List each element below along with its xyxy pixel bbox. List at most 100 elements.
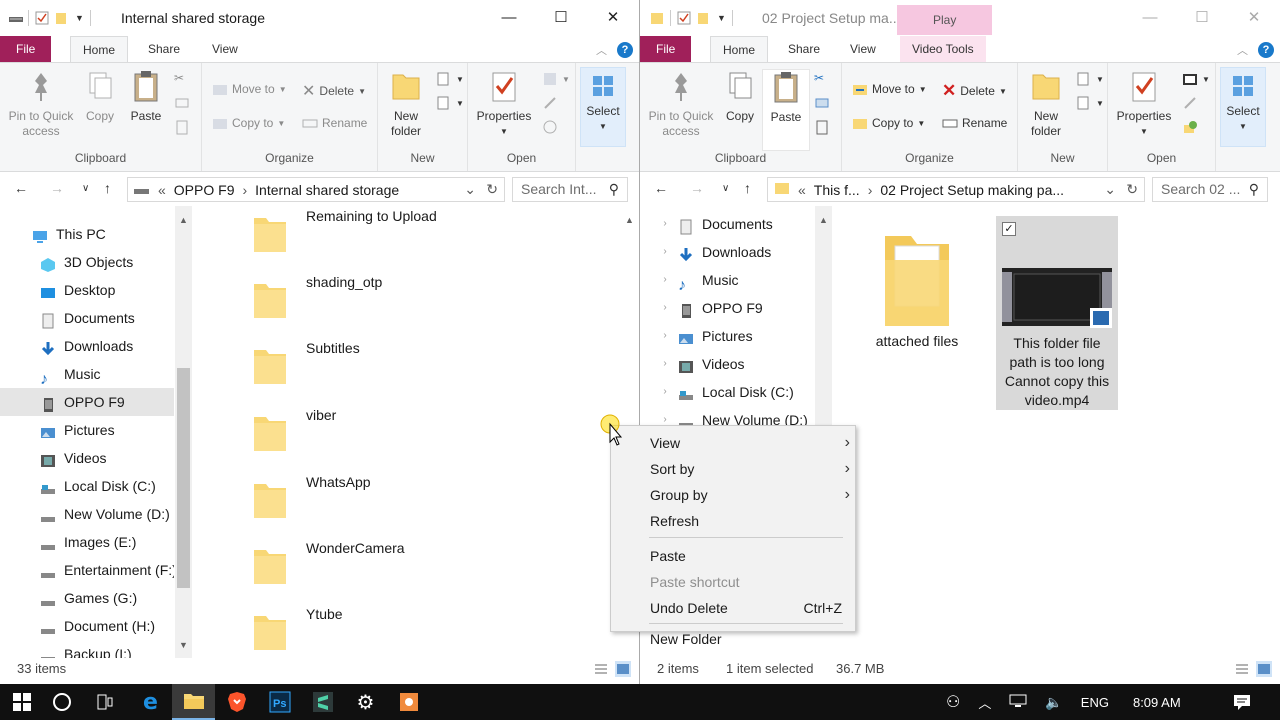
tree-item-games-g[interactable]: Games (G:)	[0, 584, 174, 612]
sublime-icon[interactable]	[301, 684, 344, 720]
up-icon[interactable]: ↑	[104, 180, 111, 196]
refresh-icon[interactable]: ↻	[1126, 181, 1138, 198]
menu-item-view[interactable]: View ›	[650, 431, 850, 455]
chevron-right-icon[interactable]: ›	[658, 378, 672, 406]
chevron-right-icon[interactable]: ›	[658, 210, 672, 238]
tab-video-tools[interactable]: Video Tools	[900, 36, 986, 62]
edge-icon[interactable]: e	[129, 684, 172, 720]
content-scrollbar[interactable]: ▲	[621, 206, 638, 246]
new-item-button[interactable]: ▼	[1076, 71, 1104, 87]
properties-button[interactable]: Properties ▼	[1112, 69, 1176, 139]
navigation-scrollbar[interactable]: ▲	[815, 206, 832, 426]
folder-tile[interactable]: attached files	[856, 216, 978, 362]
easy-access-button[interactable]: ▼	[1076, 95, 1104, 111]
volume-icon[interactable]: 🔈	[1045, 694, 1062, 711]
copy-button[interactable]: Copy	[80, 69, 120, 124]
edit-button[interactable]	[1182, 95, 1198, 111]
search-input[interactable]: Search 02 ... ⚲	[1152, 177, 1268, 202]
select-button[interactable]: Select ▼	[580, 67, 626, 147]
large-icons-view-icon[interactable]	[615, 661, 631, 677]
close-icon[interactable]: ✕	[587, 0, 639, 34]
tree-item-documents[interactable]: Documents	[0, 304, 174, 332]
scroll-up-icon[interactable]: ▲	[621, 212, 638, 229]
tree-item-oppo-f9[interactable]: OPPO F9	[0, 388, 174, 416]
tree-item-desktop[interactable]: Desktop	[0, 276, 174, 304]
tree-item-music[interactable]: › ♪ Music	[640, 266, 816, 294]
tree-item-videos[interactable]: Videos	[0, 444, 174, 472]
tree-item-backup-i[interactable]: Backup (I:)	[0, 640, 174, 658]
list-item[interactable]: WonderCamera	[250, 540, 610, 612]
notifications-icon[interactable]	[1220, 684, 1263, 720]
minimize-icon[interactable]: —	[1124, 0, 1176, 34]
address-segment[interactable]: Internal shared storage	[255, 182, 399, 198]
paste-shortcut-button[interactable]	[174, 119, 190, 135]
tree-item-new-volume-d[interactable]: › New Volume (D:)	[640, 406, 816, 426]
tab-share[interactable]: Share	[136, 36, 192, 62]
show-hidden-icons-icon[interactable]: ︿	[978, 693, 991, 712]
back-icon[interactable]: ←	[654, 180, 668, 196]
menu-item-refresh[interactable]: Refresh	[650, 509, 850, 533]
tree-item-document-h[interactable]: Document (H:)	[0, 612, 174, 640]
cut-button[interactable]: ✂	[814, 71, 824, 85]
tab-home[interactable]: Home	[710, 36, 769, 63]
people-icon[interactable]: ⚇	[946, 692, 960, 712]
history-button[interactable]	[542, 119, 558, 135]
tree-item-videos[interactable]: › Videos	[640, 350, 816, 378]
details-view-icon[interactable]	[593, 661, 609, 677]
chevron-right-icon[interactable]: ›	[242, 182, 247, 198]
paste-button[interactable]: Paste	[124, 69, 168, 124]
tab-home[interactable]: Home	[70, 36, 129, 63]
chevron-down-icon[interactable]: ⌄	[1100, 181, 1116, 198]
properties-icon[interactable]	[677, 11, 691, 25]
tree-item-3d-objects[interactable]: 3D Objects	[0, 248, 174, 276]
copy-to-button[interactable]: Copy to ▼	[852, 115, 925, 131]
minimize-icon[interactable]: —	[483, 0, 535, 34]
address-segment[interactable]: OPPO F9	[174, 182, 235, 198]
tree-item-images-e[interactable]: Images (E:)	[0, 528, 174, 556]
new-folder-button[interactable]: New folder	[1026, 69, 1066, 139]
video-tile[interactable]: ✓ This folder file path is too long Cann…	[996, 216, 1118, 410]
language-indicator[interactable]: ENG	[1081, 695, 1109, 710]
maximize-icon[interactable]: ☐	[1176, 0, 1228, 34]
customize-toolbar-icon[interactable]: ▼	[717, 13, 726, 23]
chevron-down-icon[interactable]: ⌄	[464, 181, 476, 198]
menu-item-undo-delete[interactable]: Undo Delete Ctrl+Z	[650, 596, 850, 620]
refresh-icon[interactable]: ↻	[486, 181, 498, 198]
help-icon[interactable]: ?	[617, 42, 633, 58]
start-icon[interactable]	[0, 684, 43, 720]
tab-file[interactable]: File	[0, 36, 52, 62]
new-folder-icon[interactable]	[55, 11, 69, 25]
pin-to-quick-access-button[interactable]: Pin to Quick access	[4, 69, 78, 139]
menu-item-group-by[interactable]: Group by ›	[650, 483, 850, 507]
delete-button[interactable]: ✕ Delete ▼	[302, 81, 366, 101]
open-button[interactable]: ▼	[542, 71, 570, 87]
recent-locations-icon[interactable]: ∨	[722, 183, 729, 194]
presentation-icon[interactable]	[387, 684, 430, 720]
back-icon[interactable]: ←	[14, 180, 28, 196]
tab-file[interactable]: File	[640, 36, 692, 62]
paste-shortcut-button[interactable]	[814, 119, 830, 135]
address-bar[interactable]: « OPPO F9 › Internal shared storage ⌄ ↻	[127, 177, 505, 202]
photoshop-icon[interactable]: Ps	[258, 684, 301, 720]
pin-to-quick-access-button[interactable]: Pin to Quick access	[644, 69, 718, 139]
details-view-icon[interactable]	[1234, 661, 1250, 677]
chevron-right-icon[interactable]: ›	[658, 406, 672, 426]
copy-path-button[interactable]	[814, 95, 830, 111]
tree-item-pictures[interactable]: Pictures	[0, 416, 174, 444]
list-item[interactable]: Remaining to Upload	[250, 208, 610, 280]
menu-item-paste[interactable]: Paste	[650, 544, 850, 568]
history-button[interactable]	[1182, 119, 1198, 135]
easy-access-button[interactable]: ▼	[436, 95, 464, 111]
address-overflow[interactable]: «	[798, 182, 806, 198]
chevron-right-icon[interactable]: ›	[658, 322, 672, 350]
forward-icon[interactable]: →	[50, 180, 64, 196]
tab-view[interactable]: View	[200, 36, 250, 62]
list-item[interactable]: WhatsApp	[250, 474, 610, 546]
tree-item-this-pc[interactable]: This PC	[0, 220, 174, 248]
list-item[interactable]: Subtitles	[250, 340, 610, 412]
search-input[interactable]: Search Int... ⚲	[512, 177, 628, 202]
copy-path-button[interactable]	[174, 95, 190, 111]
chevron-right-icon[interactable]: ›	[868, 182, 873, 198]
scrollbar-thumb[interactable]	[177, 368, 190, 588]
network-icon[interactable]	[1009, 694, 1027, 711]
